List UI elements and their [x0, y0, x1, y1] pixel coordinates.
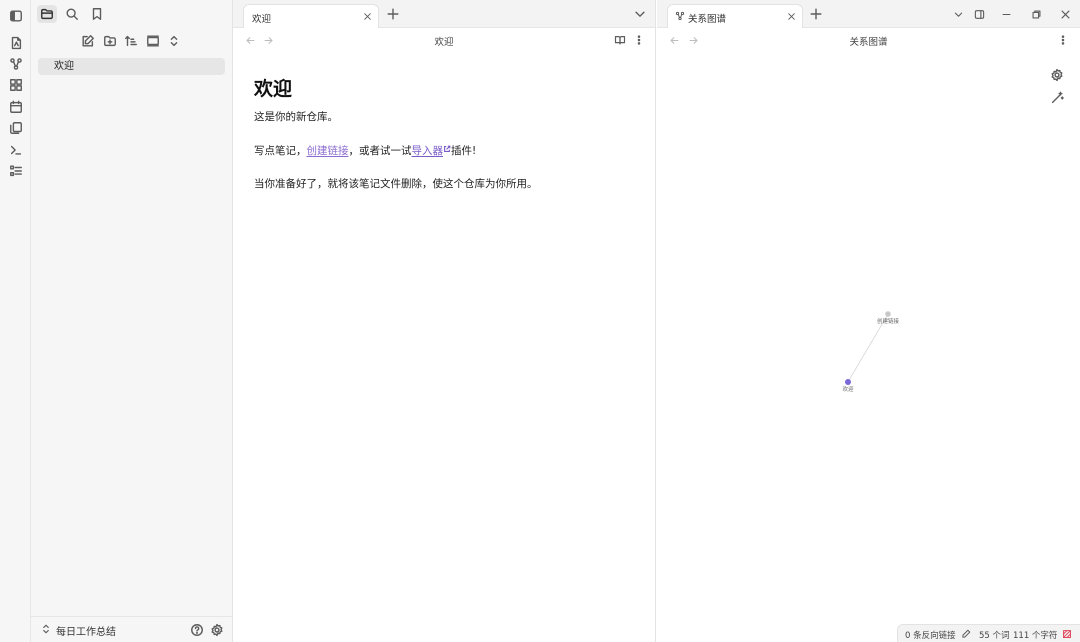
graph-pane: 关系图谱 关系图谱 创建链接 欢迎 [657, 0, 1080, 642]
file-tree-item-label: 欢迎 [54, 61, 74, 72]
word-count: 55 个词 [979, 631, 1010, 641]
graph-view-title[interactable]: 关系图谱 [657, 34, 1080, 48]
note-tab-bar: 欢迎 [233, 0, 655, 28]
graph-node-label: 欢迎 [842, 385, 854, 393]
reading-view-icon[interactable] [613, 33, 627, 47]
quick-switcher-icon[interactable] [8, 35, 23, 50]
tab-graph[interactable]: 关系图谱 [667, 4, 803, 28]
sidebar-tab-bar [31, 0, 232, 28]
graph-canvas[interactable]: 创建链接 欢迎 [657, 52, 1080, 622]
note-text: ，或者试一试 [348, 145, 412, 157]
more-options-icon[interactable] [1056, 33, 1070, 47]
tab-label: 欢迎 [252, 14, 272, 25]
right-sidebar-toggle-icon[interactable] [972, 7, 986, 21]
note-paragraph-2: 写点笔记，创建链接，或者试一试导入器 插件! [254, 143, 644, 158]
daily-note-icon[interactable] [8, 99, 23, 114]
bookmark-icon[interactable] [87, 5, 107, 23]
note-paragraph-3: 当你准备好了，就将该笔记文件删除，使这个仓库为你所用。 [254, 178, 538, 190]
sidebar-toggle-icon[interactable] [8, 8, 23, 23]
restore-icon[interactable] [1029, 7, 1043, 21]
sync-status-icon[interactable] [1061, 628, 1073, 640]
file-explorer-icon[interactable] [37, 5, 57, 23]
chevron-down-icon[interactable] [633, 7, 647, 21]
char-count: 111 个字符 [1013, 631, 1058, 641]
note-text: 写点笔记， [254, 145, 307, 157]
sort-icon[interactable] [122, 33, 140, 49]
note-paragraph-1: 这是你的新仓库。 [254, 111, 338, 123]
file-tree-item[interactable]: 欢迎 [38, 58, 225, 75]
note-view-title[interactable]: 欢迎 [233, 34, 655, 48]
graph-view-icon[interactable] [8, 56, 23, 71]
external-link-icon [443, 143, 451, 152]
vault-switcher[interactable]: 每日工作总结 [31, 616, 232, 642]
backlinks-count[interactable]: 0 条反向链接 [905, 629, 956, 641]
command-palette-icon[interactable] [8, 142, 23, 157]
collapse-view-icon[interactable] [144, 33, 162, 49]
create-link-link[interactable]: 创建链接 [307, 145, 349, 157]
outline-icon[interactable] [8, 163, 23, 178]
graph-view-icon [675, 11, 685, 21]
help-icon[interactable] [189, 622, 204, 637]
new-tab-icon[interactable] [386, 7, 400, 21]
edit-mode-icon[interactable] [960, 628, 972, 640]
graph-view-header: 关系图谱 [657, 28, 1080, 52]
minimize-icon[interactable] [999, 7, 1013, 21]
expand-collapse-icon[interactable] [165, 33, 183, 49]
note-heading: 欢迎 [254, 78, 293, 100]
left-ribbon [0, 0, 31, 642]
close-window-icon[interactable] [1058, 7, 1072, 21]
importer-plugin-link[interactable]: 导入器 [412, 145, 444, 157]
note-text: 插件! [451, 145, 477, 157]
search-icon[interactable] [62, 5, 82, 23]
left-sidebar: 欢迎 每日工作总结 [31, 0, 233, 642]
vault-name[interactable]: 每日工作总结 [56, 623, 116, 638]
new-tab-icon[interactable] [809, 7, 823, 21]
tab-welcome[interactable]: 欢迎 [243, 4, 379, 28]
chevron-down-icon[interactable] [951, 7, 965, 21]
note-pane: 欢迎 欢迎 欢迎 这是你的新仓库。 写点笔记，创建链接，或者试一试导入器插件! [233, 0, 656, 642]
graph-node-welcome[interactable] [845, 379, 851, 385]
tab-label: 关系图谱 [688, 14, 727, 25]
templates-icon[interactable] [8, 120, 23, 135]
canvas-icon[interactable] [8, 77, 23, 92]
graph-node-create-link[interactable] [885, 311, 891, 317]
close-icon[interactable] [785, 10, 797, 22]
chevron-updown-icon [40, 623, 52, 635]
settings-gear-icon[interactable] [209, 622, 224, 637]
more-options-icon[interactable] [632, 33, 646, 47]
new-note-icon[interactable] [79, 33, 97, 49]
status-bar: 0 条反向链接 55 个词 111 个字符 [897, 624, 1080, 642]
graph-tab-bar: 关系图谱 [657, 0, 1080, 28]
note-content[interactable]: 欢迎 这是你的新仓库。 写点笔记，创建链接，或者试一试导入器 插件! 当你准备好了… [254, 74, 644, 210]
graph-node-label: 创建链接 [877, 317, 900, 325]
close-icon[interactable] [361, 10, 373, 22]
new-folder-icon[interactable] [101, 33, 119, 49]
note-view-header: 欢迎 [233, 28, 655, 52]
